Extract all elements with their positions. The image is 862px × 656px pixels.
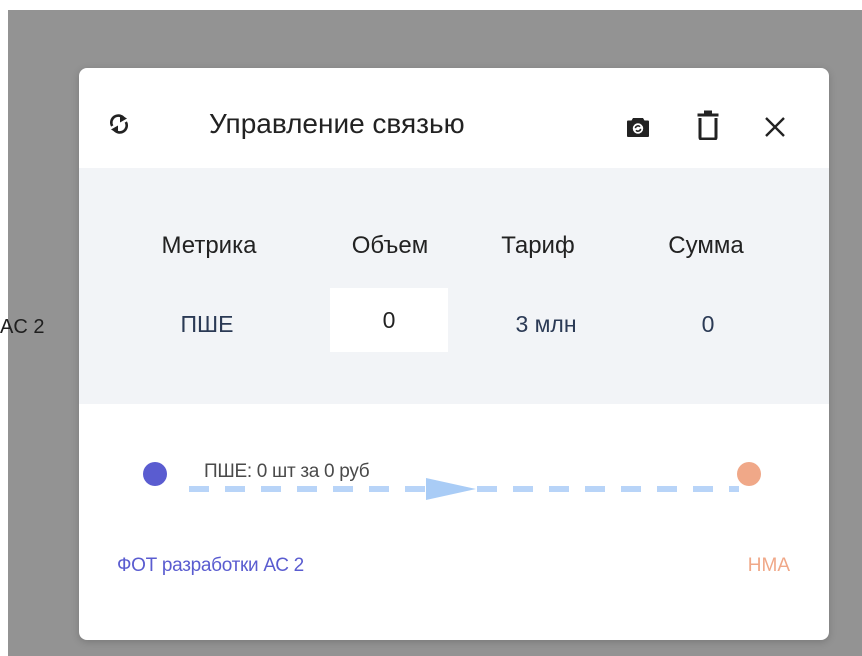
trash-icon[interactable] [696, 110, 720, 140]
refresh-icon[interactable] [107, 112, 131, 136]
volume-input[interactable] [330, 288, 448, 352]
metrics-table: Метрика Объем Тариф Сумма ПШЕ 3 млн 0 [79, 168, 829, 404]
link-flow-preview: ПШЕ: 0 шт за 0 руб ФОТ разработки АС 2 Н… [79, 404, 829, 640]
target-node-label: НМА [747, 555, 790, 576]
source-node-dot [143, 462, 167, 486]
link-management-dialog: Управление связью Метрика Объем Тариф Су… [79, 68, 829, 640]
header-volume: Объем [351, 232, 429, 259]
dialog-title: Управление связью [209, 108, 465, 139]
target-node-dot [737, 462, 761, 486]
background-node-label: AC 2 [0, 316, 45, 338]
header-sum: Сумма [668, 232, 744, 259]
close-icon[interactable] [763, 115, 787, 139]
cell-sum: 0 [701, 311, 715, 337]
source-node-label: ФОТ разработки АС 2 [117, 555, 304, 576]
cell-tariff: 3 млн [515, 311, 577, 337]
header-metric: Метрика [161, 232, 257, 259]
link-flow-label: ПШЕ: 0 шт за 0 руб [204, 461, 370, 482]
header-tariff: Тариф [501, 232, 575, 259]
cell-metric: ПШЕ [180, 311, 234, 337]
link-arrow [426, 478, 476, 500]
camera-icon[interactable] [625, 115, 651, 139]
dialog-header: Управление связью [79, 68, 829, 168]
